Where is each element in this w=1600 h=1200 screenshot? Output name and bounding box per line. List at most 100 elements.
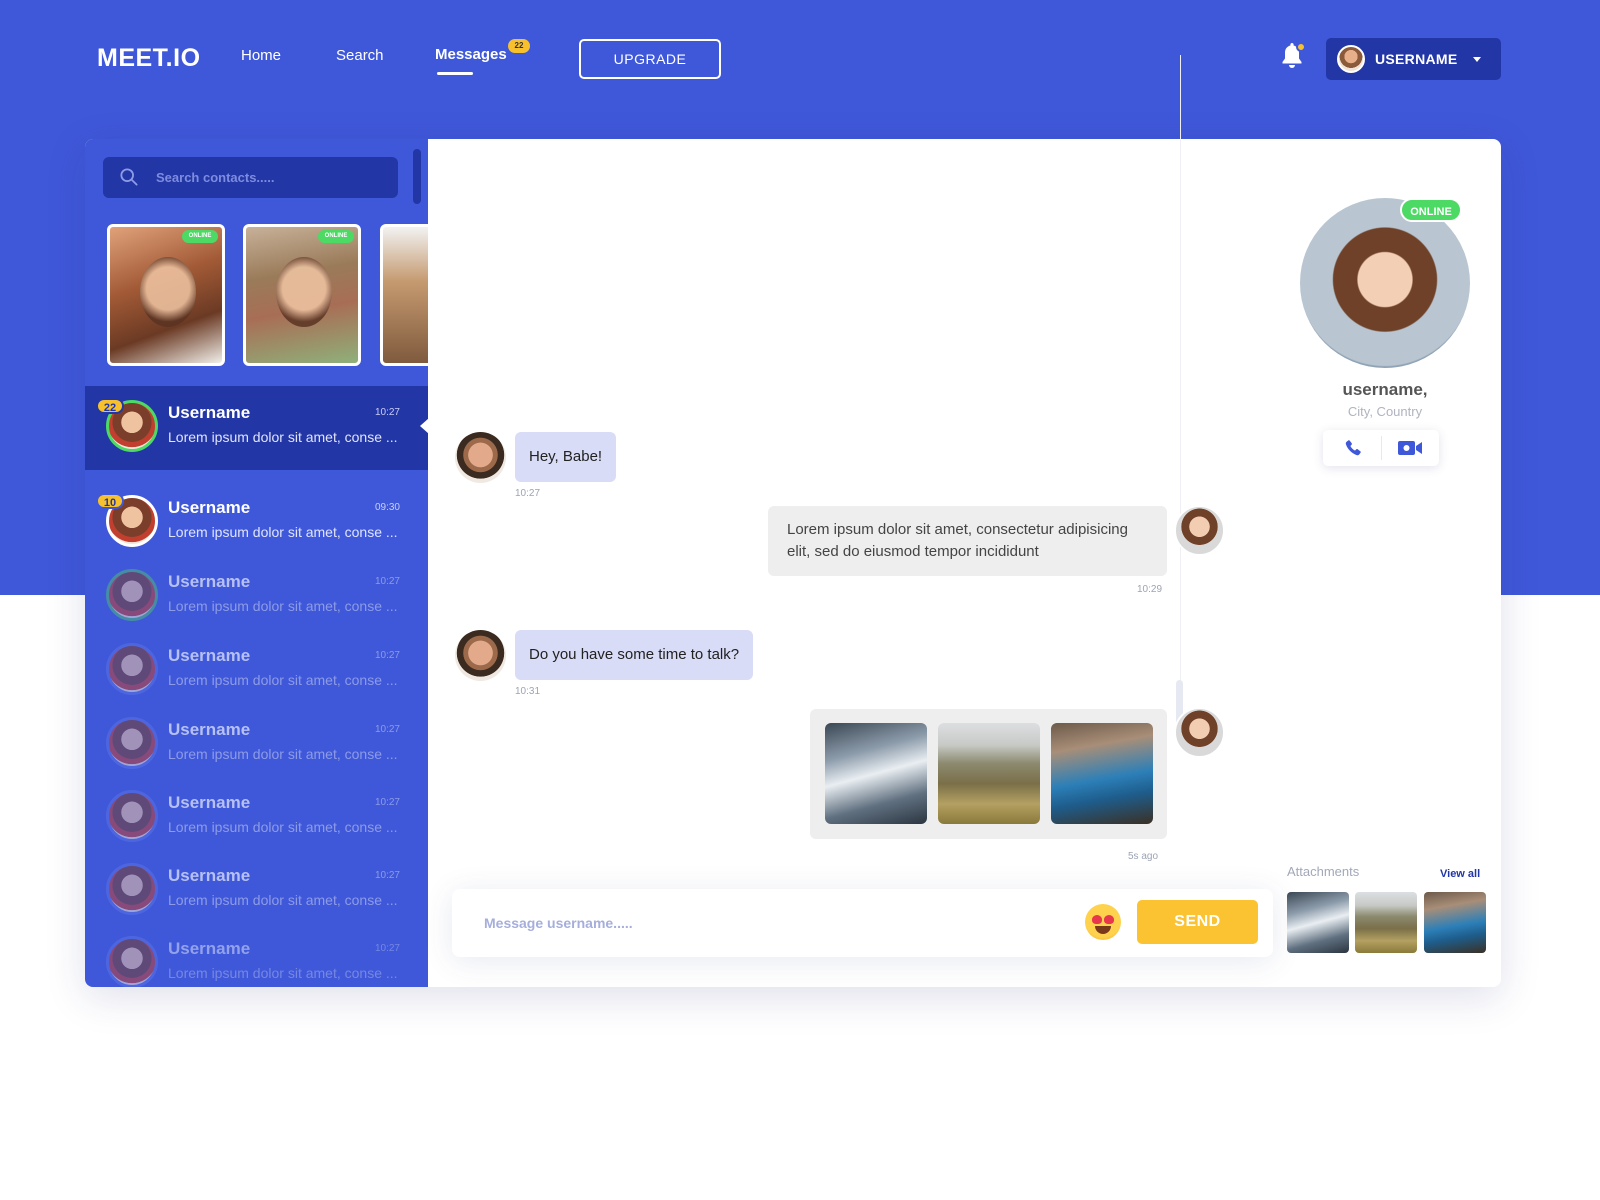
phone-icon[interactable] — [1342, 438, 1364, 458]
contact-item[interactable]: Username 10:27 Lorem ipsum dolor sit ame… — [85, 629, 428, 703]
message-bubble-incoming: Hey, Babe! — [515, 432, 617, 482]
contact-name: Username — [168, 646, 251, 665]
active-indicator — [420, 418, 428, 434]
contact-preview: Lorem ipsum dolor sit amet, conse ... — [168, 965, 398, 981]
search-icon — [120, 168, 138, 186]
attachments-label: Attachments — [1287, 864, 1360, 879]
contact-item[interactable]: Username 10:27 Lorem ipsum dolor sit ame… — [85, 555, 428, 629]
contact-time: 10:27 — [374, 870, 400, 881]
attachment-thumbnail[interactable] — [1355, 892, 1417, 953]
contact-time: 10:27 — [374, 650, 400, 661]
caret-down-icon — [1473, 57, 1481, 62]
emoji-mouth — [1095, 926, 1111, 934]
unread-badge: 22 — [96, 398, 124, 414]
message-time: 10:31 — [515, 686, 541, 697]
avatar — [106, 717, 158, 769]
emoji-heart-eye — [1092, 915, 1102, 924]
avatar — [106, 643, 158, 695]
user-avatar — [1337, 45, 1365, 73]
contact-preview: Lorem ipsum dolor sit amet, conse ... — [168, 524, 398, 540]
user-menu-label: USERNAME — [1375, 51, 1458, 67]
send-button[interactable]: SEND — [1137, 900, 1258, 944]
contact-name: Username — [168, 866, 251, 885]
avatar — [106, 936, 158, 987]
message-input[interactable] — [484, 889, 1044, 957]
video-camera-icon[interactable] — [1397, 439, 1423, 457]
heart-eyes-emoji-icon[interactable] — [1085, 904, 1121, 940]
contact-preview: Lorem ipsum dolor sit amet, conse ... — [168, 598, 398, 614]
nav-search[interactable]: Search — [336, 47, 384, 64]
top-navbar: MEET.IO Home Search Messages 22 UPGRADE … — [0, 0, 1600, 120]
own-avatar — [1174, 505, 1225, 556]
emoji-heart-eye — [1104, 915, 1114, 924]
message-time: 10:29 — [1137, 584, 1163, 595]
contact-search-input[interactable] — [156, 157, 386, 198]
contact-name: Username — [168, 572, 251, 591]
message-time: 5s ago — [1128, 851, 1159, 862]
online-badge: ONLINE — [182, 230, 218, 243]
notification-dot — [1296, 42, 1306, 52]
contact-time: 10:27 — [374, 724, 400, 735]
contact-time: 09:30 — [374, 502, 400, 513]
contact-preview: Lorem ipsum dolor sit amet, conse ... — [168, 672, 398, 688]
messages-count-badge: 22 — [508, 39, 530, 53]
nav-active-indicator — [437, 72, 473, 75]
online-story-1[interactable]: ONLINE — [107, 224, 225, 366]
avatar — [106, 790, 158, 842]
contact-preview: Lorem ipsum dolor sit amet, conse ... — [168, 746, 398, 762]
profile-location: City, Country — [1347, 404, 1423, 419]
contact-item[interactable]: Username 10:27 Lorem ipsum dolor sit ame… — [85, 703, 428, 777]
message-composer: SEND — [452, 889, 1273, 957]
chat-divider — [1180, 55, 1181, 705]
contact-time: 10:27 — [374, 407, 400, 418]
attachment-image-mountains[interactable] — [825, 723, 927, 824]
contact-item[interactable]: 10 Username 09:30 Lorem ipsum dolor sit … — [85, 481, 428, 555]
contact-preview: Lorem ipsum dolor sit amet, conse ... — [168, 429, 398, 445]
contact-name: Username — [168, 498, 251, 517]
contact-item[interactable]: Username 10:27 Lorem ipsum dolor sit ame… — [85, 776, 428, 850]
attachment-image-lake[interactable] — [1051, 723, 1153, 824]
upgrade-button[interactable]: UPGRADE — [579, 39, 721, 79]
avatar — [106, 863, 158, 915]
avatar — [106, 569, 158, 621]
contacts-sidebar: ONLINE ONLINE 22 Username 10:27 Lorem ip… — [85, 139, 428, 987]
own-avatar — [1174, 707, 1225, 758]
profile-photo[interactable] — [1300, 198, 1470, 368]
story-photo — [140, 257, 196, 327]
attachment-message — [810, 709, 1167, 839]
contact-name: Username — [168, 793, 251, 812]
sidebar-scrollbar[interactable] — [413, 149, 421, 204]
sender-avatar — [455, 630, 506, 681]
attachment-thumbnail[interactable] — [1424, 892, 1486, 953]
attachment-image-house[interactable] — [938, 723, 1040, 824]
profile-online-badge: ONLINE — [1400, 198, 1462, 222]
online-story-2[interactable]: ONLINE — [243, 224, 361, 366]
contact-search-box — [103, 157, 398, 198]
profile-name: username, — [1342, 380, 1428, 399]
contact-time: 10:27 — [374, 943, 400, 954]
attachment-thumbnail[interactable] — [1287, 892, 1349, 953]
message-bubble-incoming: Do you have some time to talk? — [515, 630, 754, 680]
call-actions — [1323, 430, 1439, 466]
message-bubble-outgoing: Lorem ipsum dolor sit amet, consectetur … — [768, 506, 1167, 576]
user-menu-button[interactable]: USERNAME — [1326, 38, 1501, 80]
nav-home[interactable]: Home — [241, 47, 281, 64]
online-badge: ONLINE — [318, 230, 354, 243]
sender-avatar — [455, 432, 506, 483]
online-story-3[interactable] — [380, 224, 428, 366]
contact-preview: Lorem ipsum dolor sit amet, conse ... — [168, 819, 398, 835]
nav-messages[interactable]: Messages — [435, 46, 507, 63]
contact-name: Username — [168, 939, 251, 958]
message-time: 10:27 — [515, 488, 541, 499]
unread-badge: 10 — [96, 493, 124, 509]
contact-name: Username — [168, 720, 251, 739]
contact-time: 10:27 — [374, 576, 400, 587]
contact-item[interactable]: Username 10:27 Lorem ipsum dolor sit ame… — [85, 922, 428, 987]
view-all-attachments-link[interactable]: View all — [1440, 868, 1480, 880]
contact-item-active[interactable]: 22 Username 10:27 Lorem ipsum dolor sit … — [85, 386, 428, 470]
call-separator — [1381, 436, 1382, 460]
contact-name: Username — [168, 403, 251, 422]
contact-preview: Lorem ipsum dolor sit amet, conse ... — [168, 892, 398, 908]
contact-item[interactable]: Username 10:27 Lorem ipsum dolor sit ame… — [85, 849, 428, 923]
app-logo[interactable]: MEET.IO — [97, 44, 201, 73]
